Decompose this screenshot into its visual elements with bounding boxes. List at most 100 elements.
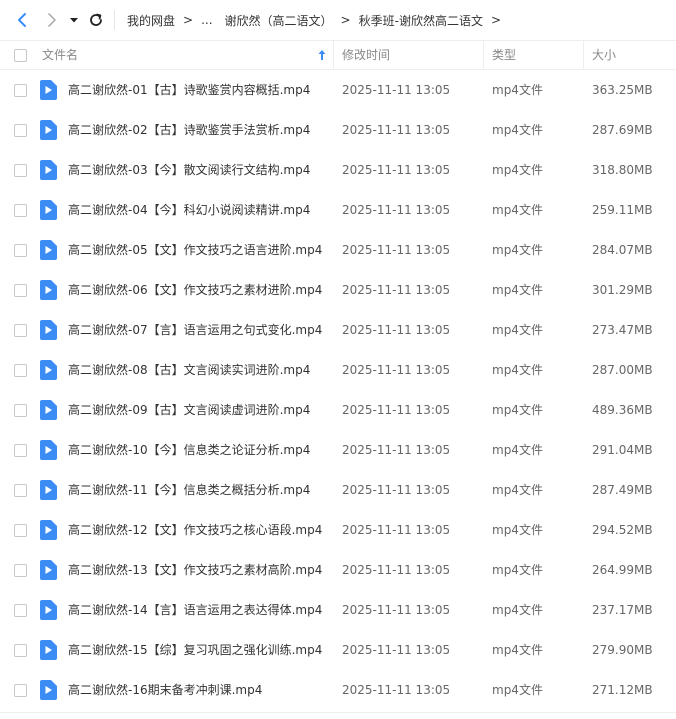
file-row[interactable]: 高二谢欣然-04【今】科幻小说阅读精讲.mp4 2025-11-11 13:05 m… <box>0 190 676 230</box>
file-name[interactable]: 高二谢欣然-09【古】文言阅读虚词进阶.mp4 <box>68 390 310 430</box>
video-file-icon <box>40 400 57 420</box>
video-file-icon <box>40 480 57 500</box>
row-checkbox[interactable] <box>14 84 27 97</box>
file-row[interactable]: 高二谢欣然-08【古】文言阅读实词进阶.mp4 2025-11-11 13:05 m… <box>0 350 676 390</box>
file-name[interactable]: 高二谢欣然-13【文】作文技巧之素材高阶.mp4 <box>68 550 322 590</box>
column-header-size[interactable]: 大小 <box>592 41 616 70</box>
file-size: 287.00MB <box>592 363 653 377</box>
file-modified-time: 2025-11-11 13:05 <box>342 363 451 377</box>
video-file-icon <box>40 200 57 220</box>
breadcrumb-separator: > <box>183 13 194 27</box>
file-type: mp4文件 <box>492 683 543 697</box>
video-file-icon <box>40 320 57 340</box>
video-file-icon <box>40 520 57 540</box>
column-divider[interactable] <box>583 41 584 70</box>
file-row[interactable]: 高二谢欣然-10【今】信息类之论证分析.mp4 2025-11-11 13:05 m… <box>0 430 676 470</box>
file-row[interactable]: 高二谢欣然-02【古】诗歌鉴赏手法赏析.mp4 2025-11-11 13:05 m… <box>0 110 676 150</box>
file-type: mp4文件 <box>492 603 543 617</box>
row-checkbox[interactable] <box>14 564 27 577</box>
file-row[interactable]: 高二谢欣然-15【综】复习巩固之强化训练.mp4 2025-11-11 13:05… <box>0 630 676 670</box>
breadcrumb-current-folder[interactable]: 秋季班-谢欣然高二语文 <box>359 12 483 29</box>
select-all-checkbox[interactable] <box>14 49 27 62</box>
row-checkbox[interactable] <box>14 524 27 537</box>
file-row[interactable]: 高二谢欣然-01【古】诗歌鉴赏内容概括.mp4 2025-11-11 13:05 m… <box>0 70 676 110</box>
row-checkbox[interactable] <box>14 284 27 297</box>
row-checkbox[interactable] <box>14 164 27 177</box>
file-name[interactable]: 高二谢欣然-15【综】复习巩固之强化训练.mp4 <box>68 630 322 670</box>
file-type: mp4文件 <box>492 523 543 537</box>
file-name[interactable]: 高二谢欣然-01【古】诗歌鉴赏内容概括.mp4 <box>68 70 310 110</box>
file-type: mp4文件 <box>492 83 543 97</box>
file-type: mp4文件 <box>492 363 543 377</box>
file-name[interactable]: 高二谢欣然-08【古】文言阅读实词进阶.mp4 <box>68 350 310 390</box>
row-checkbox[interactable] <box>14 684 27 697</box>
file-size: 264.99MB <box>592 563 653 577</box>
file-name[interactable]: 高二谢欣然-02【古】诗歌鉴赏手法赏析.mp4 <box>68 110 310 150</box>
file-row[interactable]: 高二谢欣然-06【文】作文技巧之素材进阶.mp4 2025-11-11 13:05… <box>0 270 676 310</box>
file-size: 271.12MB <box>592 683 653 697</box>
sort-ascending-icon[interactable] <box>317 49 327 61</box>
column-divider[interactable] <box>333 41 334 70</box>
file-row[interactable]: 高二谢欣然-16期末备考冲刺课.mp4 2025-11-11 13:05 mp4文件… <box>0 670 676 710</box>
file-size: 363.25MB <box>592 83 653 97</box>
file-row[interactable]: 高二谢欣然-09【古】文言阅读虚词进阶.mp4 2025-11-11 13:05 m… <box>0 390 676 430</box>
file-modified-time: 2025-11-11 13:05 <box>342 123 451 137</box>
row-checkbox[interactable] <box>14 484 27 497</box>
file-name[interactable]: 高二谢欣然-16期末备考冲刺课.mp4 <box>68 670 262 710</box>
back-arrow-icon <box>18 13 26 27</box>
file-list-header: 文件名 修改时间 类型 大小 <box>0 40 676 70</box>
row-checkbox[interactable] <box>14 364 27 377</box>
file-modified-time: 2025-11-11 13:05 <box>342 83 451 97</box>
column-divider[interactable] <box>483 41 484 70</box>
file-modified-time: 2025-11-11 13:05 <box>342 523 451 537</box>
row-checkbox[interactable] <box>14 644 27 657</box>
file-name[interactable]: 高二谢欣然-11【今】信息类之概括分析.mp4 <box>68 470 310 510</box>
row-checkbox[interactable] <box>14 404 27 417</box>
file-name[interactable]: 高二谢欣然-12【文】作文技巧之核心语段.mp4 <box>68 510 322 550</box>
list-bottom-border <box>0 712 676 713</box>
file-name[interactable]: 高二谢欣然-10【今】信息类之论证分析.mp4 <box>68 430 310 470</box>
file-size: 287.49MB <box>592 483 653 497</box>
file-size: 284.07MB <box>592 243 653 257</box>
file-name[interactable]: 高二谢欣然-03【今】散文阅读行文结构.mp4 <box>68 150 310 190</box>
file-type: mp4文件 <box>492 323 543 337</box>
column-header-modified[interactable]: 修改时间 <box>342 41 390 70</box>
video-file-icon <box>40 280 57 300</box>
file-modified-time: 2025-11-11 13:05 <box>342 403 451 417</box>
refresh-button[interactable] <box>84 8 108 32</box>
video-file-icon <box>40 680 57 700</box>
video-file-icon <box>40 160 57 180</box>
file-name[interactable]: 高二谢欣然-14【言】语言运用之表达得体.mp4 <box>68 590 322 630</box>
breadcrumb-parent-folder[interactable]: 谢欣然（高二语文） <box>225 12 333 29</box>
file-row[interactable]: 高二谢欣然-13【文】作文技巧之素材高阶.mp4 2025-11-11 13:05… <box>0 550 676 590</box>
row-checkbox[interactable] <box>14 244 27 257</box>
file-row[interactable]: 高二谢欣然-07【言】语言运用之句式变化.mp4 2025-11-11 13:05… <box>0 310 676 350</box>
file-row[interactable]: 高二谢欣然-05【文】作文技巧之语言进阶.mp4 2025-11-11 13:05… <box>0 230 676 270</box>
file-row[interactable]: 高二谢欣然-11【今】信息类之概括分析.mp4 2025-11-11 13:05 m… <box>0 470 676 510</box>
history-dropdown-button[interactable] <box>64 8 84 32</box>
breadcrumb-ellipsis[interactable]: ... <box>201 13 212 27</box>
row-checkbox[interactable] <box>14 324 27 337</box>
breadcrumb-root[interactable]: 我的网盘 <box>127 12 175 29</box>
back-button[interactable] <box>10 8 34 32</box>
file-size: 273.47MB <box>592 323 653 337</box>
file-modified-time: 2025-11-11 13:05 <box>342 643 451 657</box>
file-name[interactable]: 高二谢欣然-05【文】作文技巧之语言进阶.mp4 <box>68 230 322 270</box>
row-checkbox[interactable] <box>14 204 27 217</box>
row-checkbox[interactable] <box>14 124 27 137</box>
video-file-icon <box>40 120 57 140</box>
video-file-icon <box>40 440 57 460</box>
video-file-icon <box>40 640 57 660</box>
row-checkbox[interactable] <box>14 604 27 617</box>
file-name[interactable]: 高二谢欣然-06【文】作文技巧之素材进阶.mp4 <box>68 270 322 310</box>
file-row[interactable]: 高二谢欣然-12【文】作文技巧之核心语段.mp4 2025-11-11 13:05… <box>0 510 676 550</box>
column-header-type[interactable]: 类型 <box>492 41 516 70</box>
file-row[interactable]: 高二谢欣然-03【今】散文阅读行文结构.mp4 2025-11-11 13:05 m… <box>0 150 676 190</box>
column-header-name[interactable]: 文件名 <box>42 41 78 70</box>
file-name[interactable]: 高二谢欣然-04【今】科幻小说阅读精讲.mp4 <box>68 190 310 230</box>
file-row[interactable]: 高二谢欣然-14【言】语言运用之表达得体.mp4 2025-11-11 13:05… <box>0 590 676 630</box>
forward-button[interactable] <box>40 8 64 32</box>
row-checkbox[interactable] <box>14 444 27 457</box>
file-name[interactable]: 高二谢欣然-07【言】语言运用之句式变化.mp4 <box>68 310 322 350</box>
file-modified-time: 2025-11-11 13:05 <box>342 563 451 577</box>
